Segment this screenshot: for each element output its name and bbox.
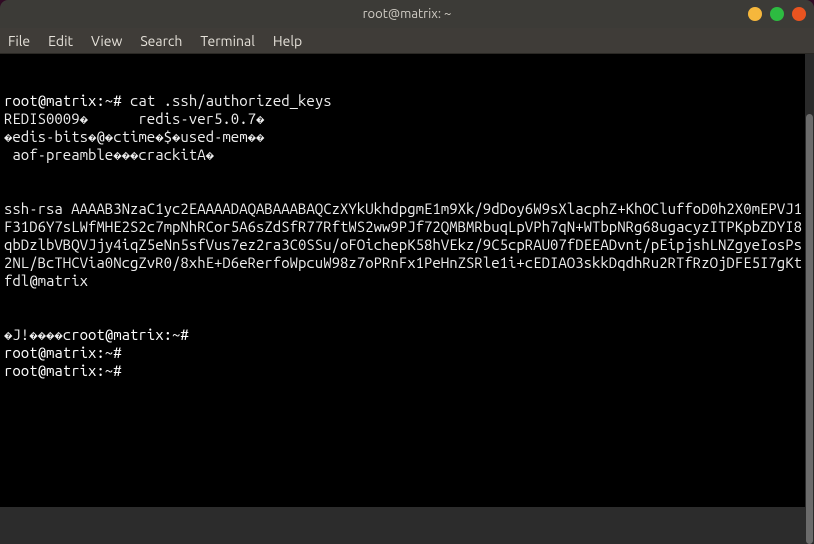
terminal-line: root@matrix:~#: [4, 362, 810, 380]
terminal-output: ssh-rsa AAAAB3NzaC1yc2EAAAADAQABAAABAQCz…: [4, 200, 810, 289]
terminal-output: [4, 182, 12, 199]
terminal-line: �edis-bits�@�ctime�$�used-mem��: [4, 128, 810, 146]
terminal-window: root@matrix: ~ File Edit View Search Ter…: [0, 0, 814, 507]
maximize-icon[interactable]: [770, 7, 784, 21]
menu-view[interactable]: View: [91, 33, 122, 49]
menu-search[interactable]: Search: [140, 33, 182, 49]
shell-prompt: root@matrix:~#: [4, 344, 130, 361]
terminal-line: �J!����croot@matrix:~#: [4, 326, 810, 344]
titlebar: root@matrix: ~: [0, 0, 814, 28]
scrollbar-thumb[interactable]: [806, 114, 813, 544]
menu-file[interactable]: File: [8, 33, 30, 49]
terminal-line: [4, 164, 810, 182]
terminal-body[interactable]: root@matrix:~# cat .ssh/authorized_keysR…: [0, 54, 814, 507]
menu-terminal[interactable]: Terminal: [200, 33, 255, 49]
shell-prompt: root@matrix:~#: [4, 362, 130, 379]
shell-prompt: root@matrix:~#: [4, 92, 130, 109]
terminal-output: [4, 164, 12, 181]
terminal-line: root@matrix:~# cat .ssh/authorized_keys: [4, 92, 810, 110]
terminal-output: aof-preamble���crackitA�: [4, 146, 214, 163]
terminal-line: [4, 290, 810, 308]
terminal-line: aof-preamble���crackitA�: [4, 146, 810, 164]
menu-help[interactable]: Help: [273, 33, 302, 49]
scrollbar-track[interactable]: [805, 54, 814, 507]
terminal-output: REDIS0009� redis-ver5.0.7�: [4, 110, 264, 127]
window-title: root@matrix: ~: [363, 7, 452, 21]
terminal-output: �edis-bits�@�ctime�$�used-mem��: [4, 128, 264, 145]
terminal-output: [4, 308, 12, 325]
terminal-line: [4, 308, 810, 326]
terminal-line: REDIS0009� redis-ver5.0.7�: [4, 110, 810, 128]
minimize-icon[interactable]: [748, 7, 762, 21]
close-icon[interactable]: [792, 7, 806, 21]
terminal-output: [4, 290, 12, 307]
menu-edit[interactable]: Edit: [48, 33, 73, 49]
shell-prompt: root@matrix:~#: [71, 326, 197, 343]
terminal-line: ssh-rsa AAAAB3NzaC1yc2EAAAADAQABAAABAQCz…: [4, 200, 810, 290]
garbage-bytes: �J!����c: [4, 326, 71, 343]
terminal-line: [4, 182, 810, 200]
shell-command: cat .ssh/authorized_keys: [130, 92, 332, 109]
window-controls: [748, 7, 806, 21]
menubar: File Edit View Search Terminal Help: [0, 28, 814, 54]
terminal-line: root@matrix:~#: [4, 344, 810, 362]
